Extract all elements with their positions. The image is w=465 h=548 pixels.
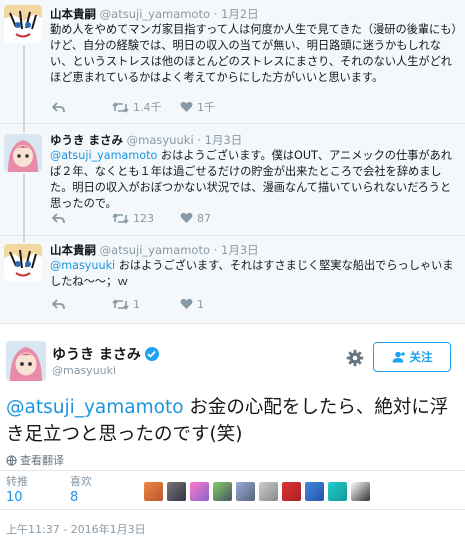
tweet-body: 勤め人をやめてマンガ家目指すって人は何度か人生で見てきた（漫研の後輩にも）けど、… (50, 23, 457, 84)
tweet-text: 勤め人をやめてマンガ家目指すって人は何度か人生で見てきた（漫研の後輩にも）けど、… (50, 22, 460, 86)
retweet-icon (112, 101, 129, 113)
tweet-time[interactable]: 1月2日 (221, 7, 259, 21)
retweet-button[interactable]: 123 (112, 212, 154, 225)
add-user-icon (392, 351, 405, 363)
mention-link[interactable]: @masyuuki (50, 259, 115, 272)
retweet-icon (112, 212, 129, 224)
reply-tweet-2[interactable]: ゆうき まさみ @masyuuki · 1月3日 @atsuji_yamamot… (0, 124, 465, 236)
author-handle[interactable]: @masyuuki (52, 364, 116, 377)
globe-icon (6, 454, 17, 466)
follow-button[interactable]: 关注 (373, 342, 451, 372)
verified-badge-icon (144, 347, 159, 361)
tweet-time[interactable]: 1月3日 (221, 243, 259, 257)
liker-avatar[interactable] (190, 482, 209, 501)
liker-avatar[interactable] (328, 482, 347, 501)
avatar[interactable] (4, 134, 42, 172)
heart-icon (180, 212, 193, 223)
liker-avatar[interactable] (351, 482, 370, 501)
main-tweet: ゆうき まさみ @masyuuki 关注 @atsuji_yamamoto お金… (0, 324, 465, 548)
tweet-stats: 转推 10 喜欢 8 (0, 470, 465, 510)
like-stat-label: 喜欢 (70, 475, 92, 488)
retweet-stat-count: 10 (6, 490, 23, 505)
retweet-count: 123 (133, 211, 154, 225)
translate-link[interactable]: 查看翻译 (6, 452, 64, 468)
author-handle[interactable]: @masyuuki (127, 133, 194, 147)
author-name[interactable]: ゆうき まさみ (50, 133, 123, 147)
reply-button[interactable] (52, 298, 65, 310)
follow-label: 关注 (409, 350, 433, 364)
liker-avatar[interactable] (236, 482, 255, 501)
tweet-header: ゆうき まさみ @masyuuki · 1月3日 (50, 132, 242, 148)
tweet-time[interactable]: 1月3日 (205, 133, 243, 147)
thread-connector (23, 124, 25, 132)
tweet-timestamp[interactable]: 上午11:37 - 2016年1月3日 (6, 521, 146, 537)
author-name[interactable]: ゆうき まさみ (52, 344, 141, 364)
reply-icon (52, 101, 65, 112)
heart-icon (180, 298, 193, 309)
reply-tweet-1[interactable]: 山本貴嗣 @atsuji_yamamoto · 1月2日 勤め人をやめてマンガ家… (0, 0, 465, 124)
reply-icon (52, 298, 65, 309)
tweet-thread-page: 山本貴嗣 @atsuji_yamamoto · 1月2日 勤め人をやめてマンガ家… (0, 0, 465, 548)
retweet-button[interactable]: 1 (112, 298, 140, 311)
like-button[interactable]: 87 (180, 212, 211, 225)
author-name[interactable]: 山本貴嗣 (50, 7, 96, 21)
reply-button[interactable] (52, 101, 65, 113)
retweet-stat-label: 转推 (6, 475, 28, 488)
liker-avatar[interactable] (305, 482, 324, 501)
like-count: 87 (197, 211, 211, 225)
like-button[interactable]: 1 (180, 298, 204, 311)
retweet-count: 1.4千 (133, 101, 162, 114)
like-stat-count: 8 (70, 490, 79, 505)
avatar[interactable] (4, 244, 42, 282)
retweet-icon (112, 298, 129, 310)
tweet-text: @atsuji_yamamoto お金の心配をしたら、絶対に浮き足立つと思ったの… (6, 394, 460, 448)
retweet-count: 1 (133, 297, 140, 311)
liker-avatar[interactable] (144, 482, 163, 501)
tweet-text: @masyuuki おはようございます、それはすさまじく堅実な船出でらっしゃいま… (50, 258, 460, 290)
mention-link[interactable]: @atsuji_yamamoto (50, 149, 157, 162)
like-count: 1千 (197, 101, 215, 114)
retweet-button[interactable]: 1.4千 (112, 99, 162, 115)
tweet-actions: 123 87 (50, 210, 350, 226)
like-count: 1 (197, 297, 204, 311)
avatar[interactable] (6, 341, 46, 381)
liker-avatar[interactable] (259, 482, 278, 501)
thread-connector (23, 46, 25, 124)
reply-icon (52, 212, 65, 223)
thread-connector (23, 236, 25, 242)
heart-icon (180, 101, 193, 112)
like-stat[interactable]: 喜欢 8 (70, 475, 92, 506)
translate-label: 查看翻译 (20, 454, 64, 467)
mention-link[interactable]: @atsuji_yamamoto (6, 397, 184, 418)
tweet-actions: 1 1 (50, 296, 350, 312)
tweet-actions: 1.4千 1千 (50, 99, 350, 115)
author-handle[interactable]: @atsuji_yamamoto (100, 243, 210, 257)
tweet-header: 山本貴嗣 @atsuji_yamamoto · 1月2日 (50, 6, 259, 22)
thread-connector (23, 174, 25, 236)
author-handle[interactable]: @atsuji_yamamoto (100, 7, 210, 21)
like-button[interactable]: 1千 (180, 99, 215, 115)
avatar[interactable] (4, 5, 42, 43)
gear-icon[interactable] (346, 349, 364, 367)
separator: · (213, 243, 221, 257)
liker-avatars (144, 482, 370, 501)
author-name[interactable]: 山本貴嗣 (50, 243, 96, 257)
separator: · (197, 133, 205, 147)
author-name-row: ゆうき まさみ (52, 344, 159, 364)
liker-avatar[interactable] (213, 482, 232, 501)
liker-avatar[interactable] (282, 482, 301, 501)
retweet-stat[interactable]: 转推 10 (6, 475, 28, 506)
reply-tweet-3[interactable]: 山本貴嗣 @atsuji_yamamoto · 1月3日 @masyuuki お… (0, 236, 465, 324)
reply-button[interactable] (52, 212, 65, 224)
separator: · (213, 7, 221, 21)
tweet-text: @atsuji_yamamoto おはようございます。僕はOUT、アニメックの仕… (50, 148, 460, 212)
tweet-header: 山本貴嗣 @atsuji_yamamoto · 1月3日 (50, 242, 259, 258)
liker-avatar[interactable] (167, 482, 186, 501)
